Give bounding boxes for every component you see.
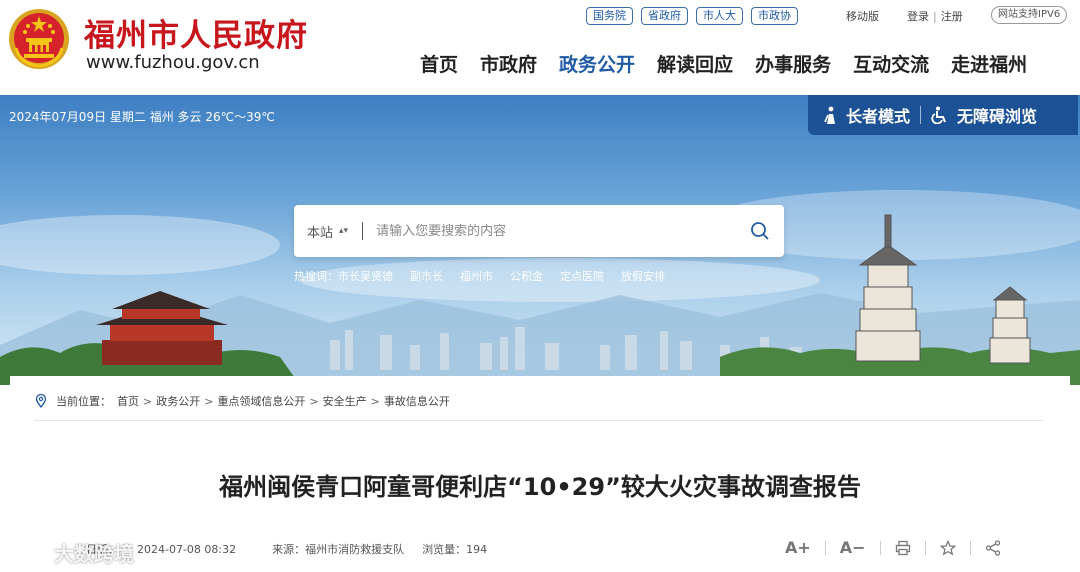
site-title[interactable]: 福州市人民政府 — [84, 10, 308, 55]
article-title: 福州闽侯青口阿童哥便利店“10•29”较大火灾事故调查报告 — [219, 473, 861, 501]
hot-word-holiday[interactable]: 放假安排 — [621, 268, 665, 284]
nav-interaction[interactable]: 互动交流 — [853, 50, 929, 77]
hot-search-label: 热搜词： — [294, 270, 338, 283]
article-date-value: 2024-07-08 08:32 — [137, 543, 237, 556]
main-nav: 首页 市政府 政务公开 解读回应 办事服务 互动交流 走进福州 — [420, 50, 1027, 77]
star-icon[interactable] — [939, 539, 956, 556]
divider — [920, 106, 922, 124]
link-city-cppcc[interactable]: 市政协 — [751, 7, 798, 25]
breadcrumb-gov-affairs[interactable]: 政务公开 — [156, 393, 200, 409]
emblem-icon[interactable] — [8, 8, 70, 70]
divider — [924, 540, 926, 555]
register-link[interactable]: 注册 — [941, 10, 963, 23]
search-icon[interactable] — [750, 221, 770, 241]
login-separator: | — [933, 10, 937, 23]
nav-interpretation[interactable]: 解读回应 — [657, 50, 733, 77]
pavilion-illustration — [96, 291, 228, 365]
hot-word-vice-mayor[interactable]: 副市长 — [410, 268, 443, 284]
sort-arrows-icon: ▴▾ — [339, 226, 349, 236]
breadcrumb-home[interactable]: 首页 — [117, 393, 139, 409]
breadcrumb-separator: > — [309, 394, 319, 408]
font-decrease-button[interactable]: A− — [840, 538, 866, 557]
watermark: 大数跨境 — [8, 538, 134, 567]
search-box: 本站 ▴▾ — [294, 205, 784, 257]
hot-search-words: 热搜词： 市长吴贤德 副市长 福州市 公积金 定点医院 放假安排 — [294, 268, 682, 284]
login-link[interactable]: 登录 — [907, 10, 929, 23]
ipv6-badge: 网站支持IPV6 — [991, 6, 1068, 24]
nav-city-gov[interactable]: 市政府 — [480, 50, 537, 77]
breadcrumb-label: 当前位置： — [56, 395, 111, 408]
search-scope-select[interactable]: 本站 ▴▾ — [307, 222, 348, 241]
search-separator — [362, 222, 364, 240]
divider — [879, 540, 881, 555]
divider — [969, 540, 971, 555]
link-provincial-gov[interactable]: 省政府 — [641, 7, 688, 25]
location-icon — [35, 394, 47, 408]
breadcrumb-accident-info[interactable]: 事故信息公开 — [384, 393, 450, 409]
accessibility-bar: 长者模式 无障碍浏览 — [808, 95, 1078, 135]
link-city-congress[interactable]: 市人大 — [696, 7, 743, 25]
mobile-version-link[interactable]: 移动版 — [846, 8, 879, 24]
divider — [824, 540, 826, 555]
nav-gov-affairs[interactable]: 政务公开 — [559, 50, 635, 77]
site-header: 福州市人民政府 www.fuzhou.gov.cn 国务院 省政府 市人大 市政… — [0, 0, 1080, 95]
hot-word-fuzhou[interactable]: 福州市 — [460, 268, 493, 284]
breadcrumb-key-areas[interactable]: 重点领域信息公开 — [217, 393, 305, 409]
date-weather: 2024年07月09日 星期二 福州 多云 26℃～39℃ — [9, 110, 275, 124]
watermark-text: 大数跨境 — [54, 542, 134, 566]
breadcrumb-safety[interactable]: 安全生产 — [323, 393, 367, 409]
article-tools: A+ A− — [785, 538, 1001, 557]
article-source: 来源：福州市消防救援支队 — [272, 543, 405, 556]
article-container: 当前位置： 首页 > 政务公开 > 重点领域信息公开 > 安全生产 > 事故信息… — [10, 376, 1070, 572]
accessible-browse-label: 无障碍浏览 — [957, 107, 1038, 126]
article-meta: 日期： 2024-07-08 08:32 来源：福州市消防救援支队 浏览量：194 — [86, 541, 505, 557]
print-icon[interactable] — [895, 540, 911, 556]
breadcrumb-separator: > — [204, 394, 214, 408]
hot-word-hospital[interactable]: 定点医院 — [560, 268, 604, 284]
accessible-browse-button[interactable]: 无障碍浏览 — [931, 103, 1037, 127]
nav-services[interactable]: 办事服务 — [755, 50, 831, 77]
site-url[interactable]: www.fuzhou.gov.cn — [86, 52, 260, 73]
link-state-council[interactable]: 国务院 — [586, 7, 633, 25]
breadcrumb-separator: > — [370, 394, 380, 408]
breadcrumb-separator: > — [143, 394, 153, 408]
share-icon[interactable] — [985, 539, 1001, 556]
top-links: 国务院 省政府 市人大 市政协 — [586, 7, 798, 25]
breadcrumb: 当前位置： 首页 > 政务公开 > 重点领域信息公开 > 安全生产 > 事故信息… — [34, 393, 450, 409]
search-scope-label: 本站 — [307, 225, 334, 241]
account-links: 登录 | 注册 — [907, 8, 963, 24]
search-input[interactable] — [376, 223, 737, 239]
elder-mode-button[interactable]: 长者模式 — [822, 103, 910, 127]
watermark-logo-icon — [8, 542, 47, 562]
elder-mode-label: 长者模式 — [846, 107, 911, 126]
font-increase-button[interactable]: A+ — [785, 538, 811, 557]
nav-about-fuzhou[interactable]: 走进福州 — [951, 50, 1027, 77]
hot-word-mayor[interactable]: 市长吴贤德 — [338, 268, 393, 284]
article-views: 浏览量：194 — [422, 543, 488, 556]
nav-home[interactable]: 首页 — [420, 50, 458, 77]
hot-word-housing-fund[interactable]: 公积金 — [510, 268, 543, 284]
elder-icon — [824, 106, 835, 124]
divider — [34, 420, 1044, 421]
wheelchair-icon — [931, 106, 946, 124]
hero-banner: 2024年07月09日 星期二 福州 多云 26℃～39℃ 长者模式 无障碍浏览… — [0, 95, 1080, 385]
